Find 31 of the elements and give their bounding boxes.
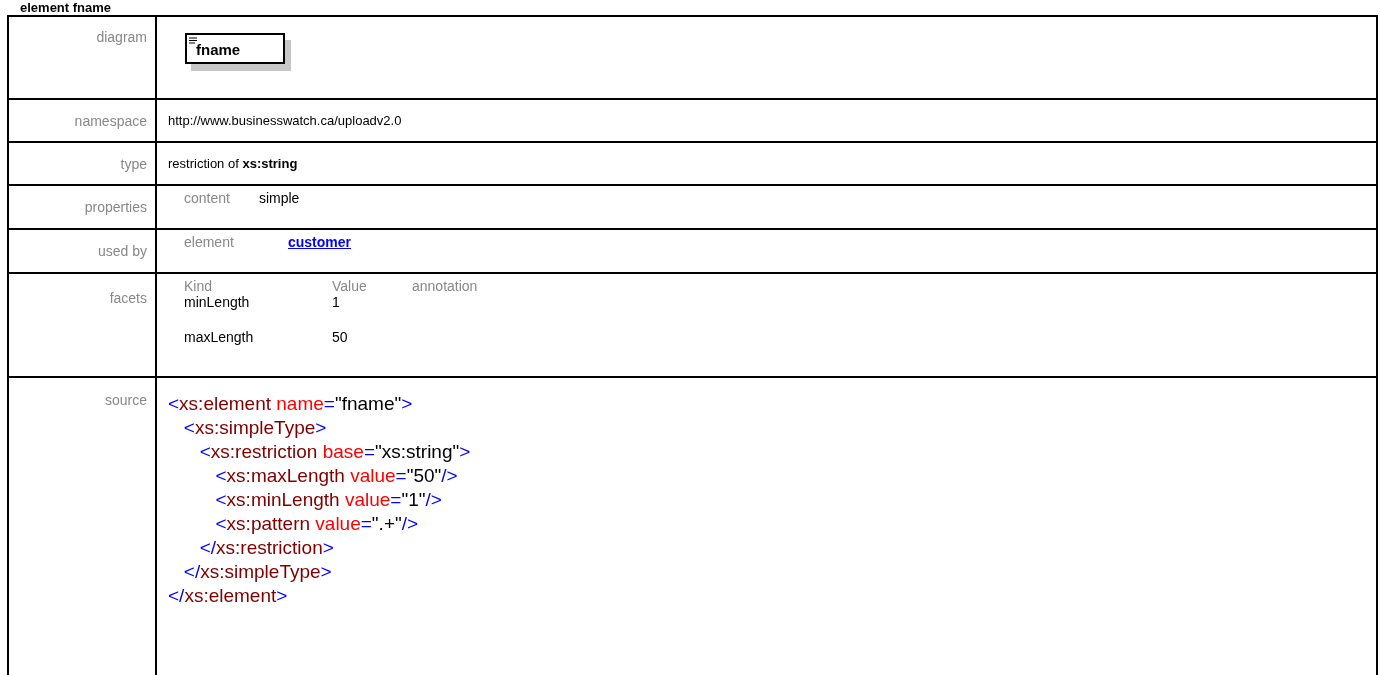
code-line: <xs:minLength value="1"/> [214, 489, 442, 510]
code-line: <xs:maxLength value="50"/> [214, 465, 458, 486]
namespace-value: http://www.businesswatch.ca/uploadv2.0 [168, 113, 402, 128]
code-line: <xs:restriction base="xs:string"> [198, 441, 471, 462]
section-heading: element fname [19, 0, 112, 15]
row-label: source [104, 392, 147, 408]
code-line: </xs:element> [168, 585, 288, 606]
facet-kind: maxLength [184, 329, 255, 345]
code-line: <xs:element name="fname"> [168, 393, 413, 414]
row-label: properties [84, 199, 147, 215]
row-label: type [120, 155, 147, 172]
property-key: content [184, 190, 230, 206]
code-line: <xs:simpleType> [182, 417, 327, 438]
facet-value: 50 [332, 329, 349, 345]
property-value: simple [258, 190, 300, 206]
row-label: diagram [96, 29, 147, 45]
usage-kind: element [184, 234, 235, 250]
column-header: Value [332, 278, 368, 294]
code-line: </xs:simpleType> [182, 561, 332, 582]
element-link[interactable]: customer [288, 234, 352, 250]
code-line: <xs:pattern value=".+"/> [214, 513, 419, 534]
facet-value: 1 [332, 294, 341, 310]
column-header: annotation [412, 278, 479, 294]
row-label: namespace [74, 112, 147, 129]
row-label: facets [109, 290, 147, 306]
type-value: restriction of xs:string [168, 156, 298, 171]
facet-kind: minLength [184, 294, 251, 310]
row-label: used by [97, 243, 147, 259]
lines-icon [189, 37, 197, 44]
code-line: </xs:restriction> [198, 537, 334, 558]
column-header: Kind [184, 278, 214, 294]
